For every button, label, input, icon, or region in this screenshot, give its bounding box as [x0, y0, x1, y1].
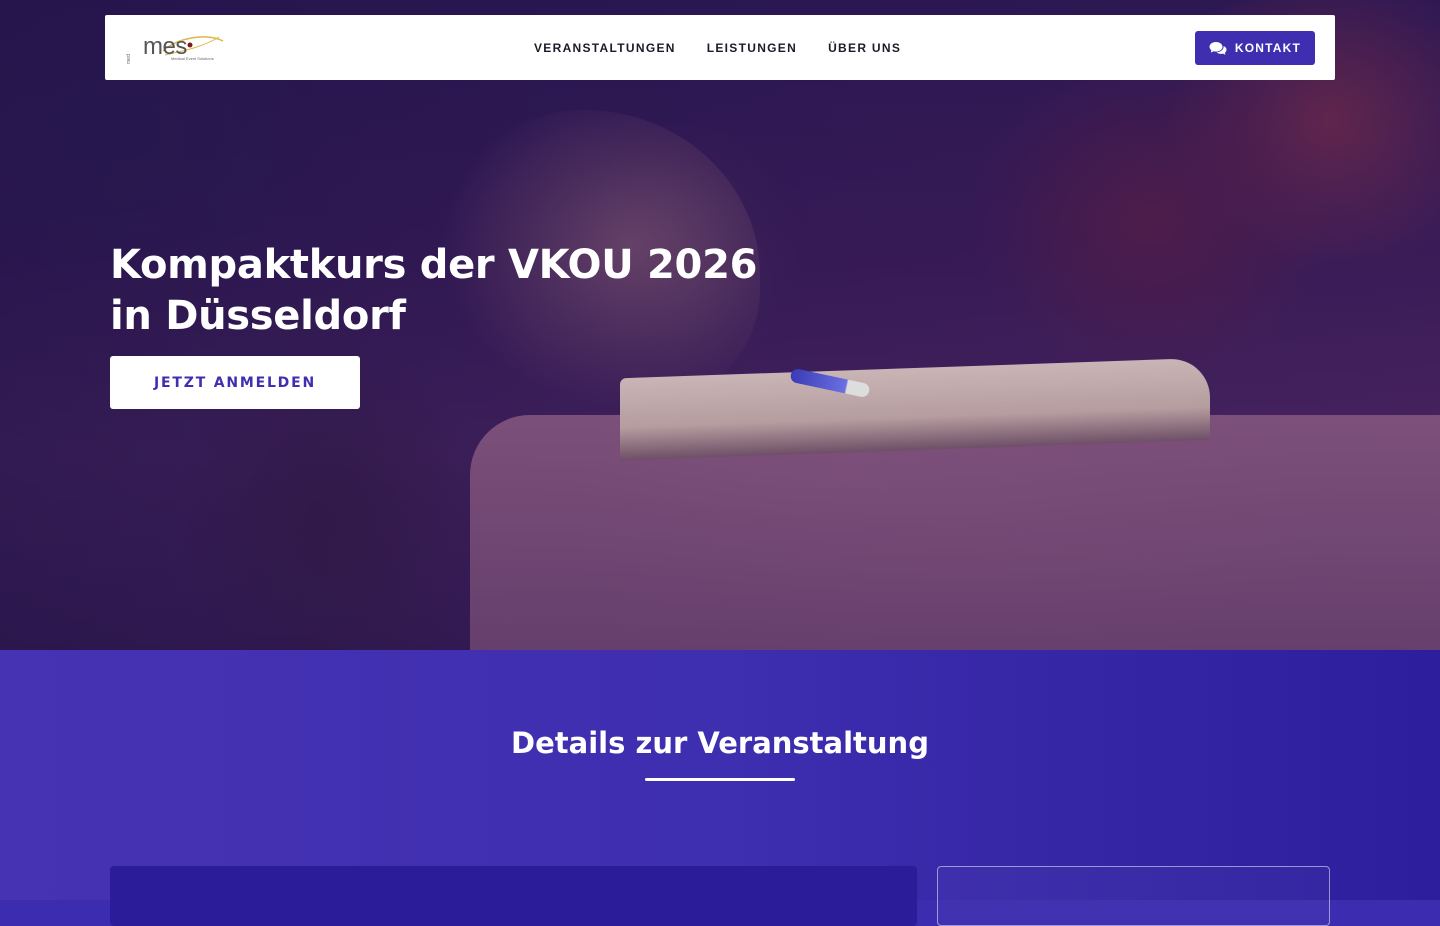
nav-link-ueber-uns[interactable]: ÜBER UNS	[828, 40, 901, 56]
logo-tagline: Medical Event Solutions	[171, 56, 214, 61]
title-divider	[645, 778, 795, 781]
hero-title: Kompaktkurs der VKOU 2026 in Düsseldorf	[110, 240, 810, 342]
nav-link-leistungen[interactable]: LEISTUNGEN	[707, 40, 797, 56]
hero-background-desk	[470, 415, 1440, 650]
contact-button[interactable]: KONTAKT	[1195, 31, 1315, 65]
hero-title-line-1: Kompaktkurs der VKOU 2026	[110, 242, 758, 288]
main-navigation: VERANSTALTUNGEN LEISTUNGEN ÜBER UNS	[534, 40, 932, 56]
chat-bubbles-icon	[1209, 41, 1227, 55]
top-navbar: med mes Medical Event Solutions VERANSTA…	[105, 15, 1335, 80]
hero-title-line-2: in Düsseldorf	[110, 293, 406, 339]
register-now-button[interactable]: JETZT ANMELDEN	[110, 356, 360, 409]
section-title: Details zur Veranstaltung	[511, 726, 929, 760]
details-info-card	[110, 866, 917, 926]
details-side-card	[937, 866, 1330, 926]
event-details-section: Details zur Veranstaltung	[0, 650, 1440, 926]
svg-text:med: med	[126, 54, 132, 64]
nav-link-veranstaltungen[interactable]: VERANSTALTUNGEN	[534, 40, 676, 56]
brand-logo[interactable]: med mes Medical Event Solutions	[123, 29, 233, 69]
contact-button-label: KONTAKT	[1234, 41, 1302, 55]
